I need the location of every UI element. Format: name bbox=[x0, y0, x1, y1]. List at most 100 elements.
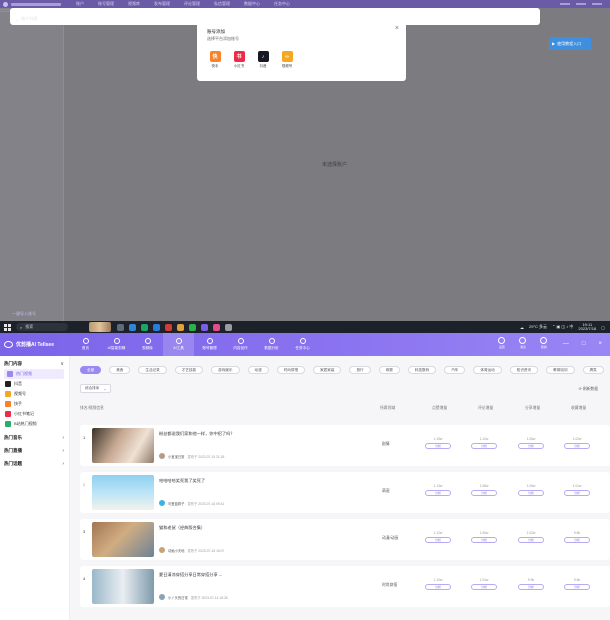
analyze-button[interactable]: 分析 bbox=[425, 490, 451, 496]
maximize-button[interactable]: □ bbox=[582, 341, 586, 347]
clock[interactable]: 19:11 2023/7/18 bbox=[578, 322, 596, 332]
sidebar-item[interactable]: 热门视频 bbox=[4, 369, 64, 379]
sidebar-item[interactable]: 小红书笔记 bbox=[0, 409, 69, 419]
filter-chip[interactable]: 动漫 bbox=[247, 366, 269, 374]
filter-chip[interactable]: 全部 bbox=[80, 366, 102, 374]
analyze-button[interactable]: 分析 bbox=[425, 537, 451, 543]
analyze-button[interactable]: 分析 bbox=[471, 490, 497, 496]
top-nav-tab[interactable]: 数据中心 bbox=[244, 1, 260, 7]
filter-chip[interactable]: 汽车 bbox=[444, 366, 466, 374]
windows-start-icon[interactable] bbox=[4, 323, 11, 331]
header-bell-button[interactable]: 消息 bbox=[517, 337, 529, 351]
video-thumbnail[interactable] bbox=[92, 569, 154, 604]
analyze-button[interactable]: 分析 bbox=[518, 490, 544, 496]
wechat-icon[interactable] bbox=[189, 323, 196, 331]
header-settings-button[interactable]: 设置 bbox=[496, 337, 508, 351]
tutorial-float-button[interactable]: ▶ 使用教程入口 bbox=[549, 37, 591, 50]
video-title[interactable]: 夏日清凉穿搭分享日常穿搭分享 ... bbox=[159, 572, 379, 578]
task-view-icon[interactable] bbox=[117, 323, 124, 331]
author-name[interactable]: 小丫头的日常 bbox=[168, 595, 188, 600]
analyze-button[interactable]: 分析 bbox=[471, 443, 497, 449]
analyze-button[interactable]: 分析 bbox=[564, 537, 590, 543]
top-nav-tab[interactable]: 任务中心 bbox=[274, 1, 290, 7]
filter-chip[interactable]: 教育培训 bbox=[546, 366, 575, 374]
tray-icons[interactable]: ⌃ ▣ ◫ ♪ 中 bbox=[552, 324, 573, 330]
platform-kuaishou[interactable]: 快快手 bbox=[207, 51, 223, 69]
sidebar-group-hot-topic[interactable]: 热门话题 › bbox=[0, 459, 69, 469]
nav-item[interactable]: AI工具 bbox=[163, 333, 194, 356]
sidebar-item[interactable]: 抖音 bbox=[0, 379, 69, 389]
pink-app-icon[interactable] bbox=[213, 323, 220, 331]
nav-item[interactable]: 内容创作 bbox=[225, 333, 256, 356]
notification-icon[interactable]: ▢ bbox=[601, 325, 605, 330]
nav-item[interactable]: 首页 bbox=[70, 333, 101, 356]
author-name[interactable]: 可爱蓝胖子 bbox=[168, 501, 184, 506]
misc-app-icon[interactable] bbox=[225, 323, 232, 331]
video-thumbnail[interactable] bbox=[92, 522, 154, 557]
video-title[interactable]: 粉丝都说我们家和他一样，你中招了吗？ bbox=[159, 431, 379, 437]
analyze-button[interactable]: 分析 bbox=[518, 584, 544, 590]
analyze-button[interactable]: 分析 bbox=[564, 490, 590, 496]
folder-icon[interactable] bbox=[177, 323, 184, 331]
close-icon[interactable]: × bbox=[395, 25, 399, 32]
wps-icon[interactable] bbox=[165, 323, 172, 331]
top-nav-tab[interactable]: 私信管理 bbox=[214, 1, 230, 7]
close-button[interactable]: × bbox=[598, 341, 602, 347]
analyze-button[interactable]: 分析 bbox=[518, 537, 544, 543]
author-name[interactable]: 动画小天地 bbox=[168, 548, 184, 553]
nav-item[interactable]: AI智能剪辑 bbox=[101, 333, 132, 356]
video-title[interactable]: 哈哈哈哈笑死我了笑死了 bbox=[159, 478, 379, 484]
filter-chip[interactable]: 美食 bbox=[109, 366, 131, 374]
video-thumbnail[interactable] bbox=[92, 428, 154, 463]
sidebar-item[interactable]: B站热门视频 bbox=[0, 419, 69, 429]
analyze-button[interactable]: 分析 bbox=[471, 584, 497, 590]
analyze-button[interactable]: 分析 bbox=[564, 443, 590, 449]
analyze-button[interactable]: 分析 bbox=[471, 537, 497, 543]
top-nav-tab[interactable]: 发布管理 bbox=[154, 1, 170, 7]
table-row[interactable]: 4 夏日清凉穿搭分享日常穿搭分享 ... 小丫头的日常 发布于 2023-07-14 … bbox=[80, 566, 610, 607]
filter-chip[interactable]: 时尚穿搭 bbox=[276, 366, 306, 374]
filter-chip[interactable]: 母婴 bbox=[378, 366, 400, 374]
filter-chip[interactable]: 体育运动 bbox=[473, 366, 502, 374]
video-thumbnail[interactable] bbox=[92, 475, 154, 510]
file-explorer-icon[interactable] bbox=[129, 323, 136, 331]
platform-xiaohongshu[interactable]: 书小红书 bbox=[231, 51, 247, 69]
filter-chip[interactable]: 科技数码 bbox=[407, 366, 437, 374]
nav-item[interactable]: 数据分析 bbox=[256, 333, 287, 356]
analyze-button[interactable]: 分析 bbox=[425, 443, 451, 449]
nav-item[interactable]: 任务中心 bbox=[287, 333, 318, 356]
platform-douyin[interactable]: ♪ 抖音 bbox=[255, 51, 271, 69]
video-title[interactable]: 猫和老鼠（经典版合集） bbox=[159, 525, 379, 531]
nav-item[interactable]: 账号管理 bbox=[194, 333, 225, 356]
edge-icon[interactable] bbox=[141, 323, 148, 331]
filter-chip[interactable]: 知识资讯 bbox=[509, 366, 539, 374]
platform-shipinhao[interactable]: ∞ 视频号 bbox=[279, 51, 295, 69]
refresh-button[interactable]: ⟳ 刷新数据 bbox=[579, 386, 598, 392]
top-nav-tab[interactable]: 视频库 bbox=[128, 1, 140, 7]
top-nav-tab[interactable]: 账户 bbox=[76, 1, 84, 7]
sidebar-group-hot-music[interactable]: 热门音乐 › bbox=[0, 433, 69, 443]
analyze-button[interactable]: 分析 bbox=[425, 584, 451, 590]
filter-chip[interactable]: 家居家装 bbox=[313, 366, 342, 374]
filter-chip[interactable]: 才艺技能 bbox=[174, 366, 204, 374]
top-nav-tab[interactable]: 评论管理 bbox=[184, 1, 200, 7]
import-account-link[interactable]: 一键导入账号 bbox=[12, 311, 36, 317]
analyze-button[interactable]: 分析 bbox=[518, 443, 544, 449]
sidebar-item[interactable]: 视频号 bbox=[0, 389, 69, 399]
nav-item[interactable]: 视频库 bbox=[132, 333, 163, 356]
taskbar-widget-thumbnail[interactable] bbox=[89, 322, 111, 332]
author-name[interactable]: 小宝宝日常 bbox=[168, 454, 184, 459]
filter-chip[interactable]: 生活记录 bbox=[138, 366, 167, 374]
sidebar-group-hot-content[interactable]: 热门内容 ∨ bbox=[0, 359, 69, 369]
sidebar-item[interactable]: 快手 bbox=[0, 399, 69, 409]
table-row[interactable]: 2 哈哈哈哈笑死我了笑死了 可爱蓝胖子 发布于 2023-07-16 09:42 萌宠 1… bbox=[80, 472, 610, 513]
analyze-button[interactable]: 分析 bbox=[564, 584, 590, 590]
minimize-button[interactable]: — bbox=[563, 341, 569, 347]
store-icon[interactable] bbox=[153, 323, 160, 331]
taskbar-search[interactable]: ⌕ 搜索 bbox=[16, 323, 68, 331]
app-icon[interactable] bbox=[201, 323, 208, 331]
header-avatar-button[interactable]: 我的 bbox=[538, 337, 550, 351]
sort-select[interactable]: 综合排序 ⌄ bbox=[80, 384, 112, 393]
top-nav-tab[interactable]: 账号管理 bbox=[98, 1, 114, 7]
table-row[interactable]: 1 粉丝都说我们家和他一样，你中招了吗？ 小宝宝日常 发布于 2023-07-15 2… bbox=[80, 425, 610, 466]
